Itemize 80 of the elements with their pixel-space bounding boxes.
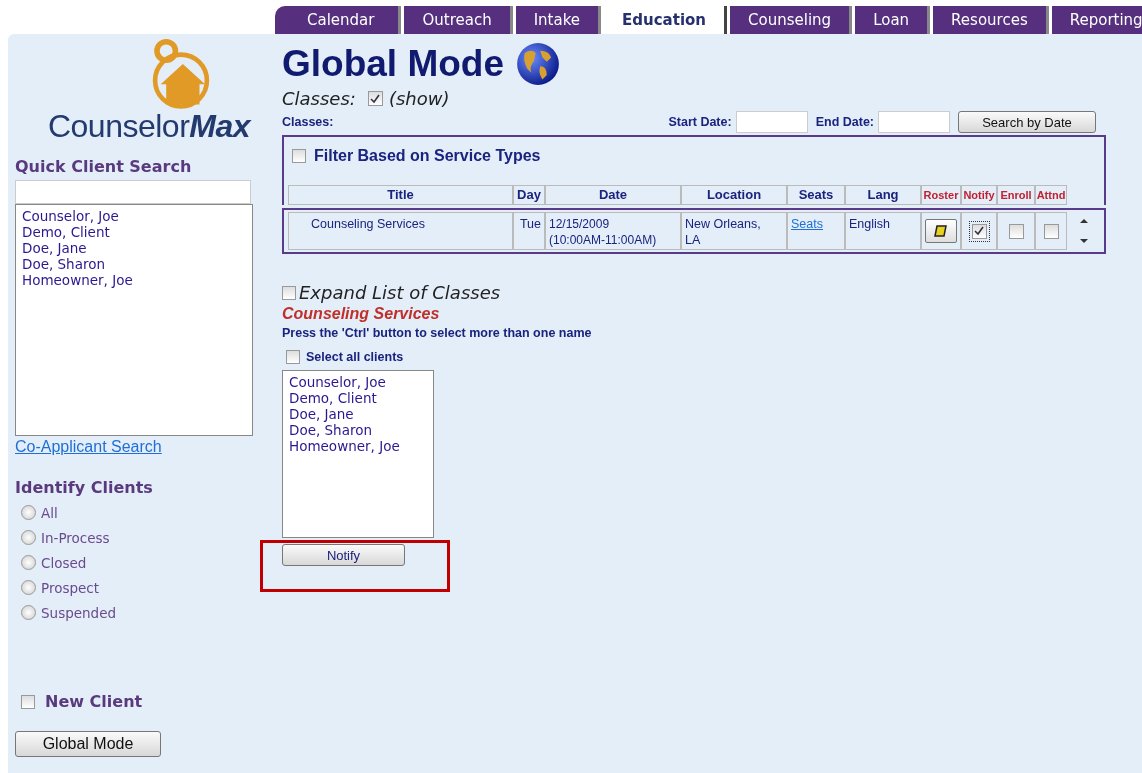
column-header: Day [513,185,545,205]
radio-button[interactable] [21,580,36,595]
globe-icon [516,42,560,86]
client-item[interactable]: Counselor, Joe [22,208,246,224]
client-listbox[interactable]: Counselor, Joe Demo, Client Doe, Jane Doe, Sharon Homeowner, Joe [15,204,253,436]
radio-label: In-Process [41,529,110,546]
checkbox[interactable] [21,694,35,709]
client-item[interactable]: Counselor, Joe [289,374,427,390]
column-header: Enroll [997,185,1035,205]
client-item[interactable]: Demo, Client [22,224,246,240]
end-date-field[interactable] [878,111,950,133]
section-title: Identify Clients [15,478,154,497]
client-item[interactable]: Homeowner, Joe [289,438,427,454]
client-item[interactable]: Homeowner, Joe [22,272,246,288]
checkbox-label: Select all clients [306,350,404,364]
logo-wordmark: CounselorMax [47,108,251,145]
radio-button[interactable] [21,505,36,520]
radio-label: Closed [41,554,87,571]
table-cell: Counseling Services [288,212,513,250]
global-mode-button[interactable]: Global Mode [15,731,161,757]
page-title: Global Mode [282,43,504,85]
checkbox-label: New Client [45,692,143,711]
column-header: Notify [961,185,997,205]
client-item[interactable]: Doe, Sharon [289,422,427,438]
nav-tab[interactable]: Resources [933,6,1049,34]
nav-tab[interactable]: Loan [855,6,931,34]
column-header: Date [545,185,681,205]
column-header: Attnd [1035,185,1067,205]
checkbox[interactable] [367,91,383,106]
client-item[interactable]: Doe, Jane [22,240,246,256]
checkbox[interactable] [292,149,306,163]
scrollbar[interactable] [1079,218,1088,244]
checkbox-label: Expand List of Classes [299,282,501,303]
radio-label: All [41,504,58,521]
radio-button[interactable] [21,530,36,545]
co-applicant-link[interactable]: Co-Applicant Search [15,438,162,456]
nav-tab[interactable]: Intake [515,6,602,34]
checkbox[interactable] [1043,223,1059,239]
section-title: Quick Client Search [15,157,193,176]
client-item[interactable]: Demo, Client [289,390,427,406]
column-header: Location [681,185,787,205]
column-header: Lang [845,185,921,205]
check-icon [974,226,984,236]
start-date-field[interactable] [735,111,808,133]
nav-tab[interactable]: Calendar [275,6,402,34]
table-cell: 12/15/2009 (10:00AM-11:00AM) [545,212,681,250]
roster-button[interactable] [925,219,957,243]
client-item[interactable]: Doe, Sharon [22,256,246,272]
classes-label: Classes: [282,88,356,109]
table-cell: New Orleans, LA [681,212,787,250]
nav-tab[interactable]: Counseling [730,6,853,34]
scroll-icon [934,224,948,238]
show-label: (show) [388,88,450,109]
nav-tab[interactable]: Outreach [404,6,513,34]
checkbox[interactable] [282,285,296,300]
filter-label: Filter Based on Service Types [314,147,541,165]
search-by-date-button[interactable]: Search by Date [958,111,1096,133]
checkbox[interactable] [1008,223,1024,239]
field-label: Start Date: [668,115,732,129]
class-name: Counseling Services [282,305,441,323]
field-label: End Date: [815,115,874,129]
check-icon [370,93,381,104]
column-header: Title [288,185,513,205]
column-header: Roster [921,185,961,205]
search-field[interactable] [15,180,251,204]
radio-label: Prospect [41,579,100,596]
column-header: Seats [787,185,845,205]
radio-label: Suspended [41,604,117,621]
client-listbox[interactable]: Counselor, Joe Demo, Client Doe, Jane Doe, Sharon Homeowner, Joe [282,370,434,538]
hint-text: Press the 'Ctrl' button to select more than one name [282,326,593,340]
checkbox[interactable] [971,223,987,239]
checkbox[interactable] [286,350,300,364]
client-item[interactable]: Doe, Jane [289,406,427,422]
table-cell: English [845,212,921,250]
notify-button[interactable]: Notify [282,544,405,566]
nav-tab[interactable]: Reporting [1051,6,1142,34]
radio-button[interactable] [21,555,36,570]
radio-button[interactable] [21,605,36,620]
table-cell: Tue [513,212,545,250]
classes-label: Classes: [282,115,334,129]
